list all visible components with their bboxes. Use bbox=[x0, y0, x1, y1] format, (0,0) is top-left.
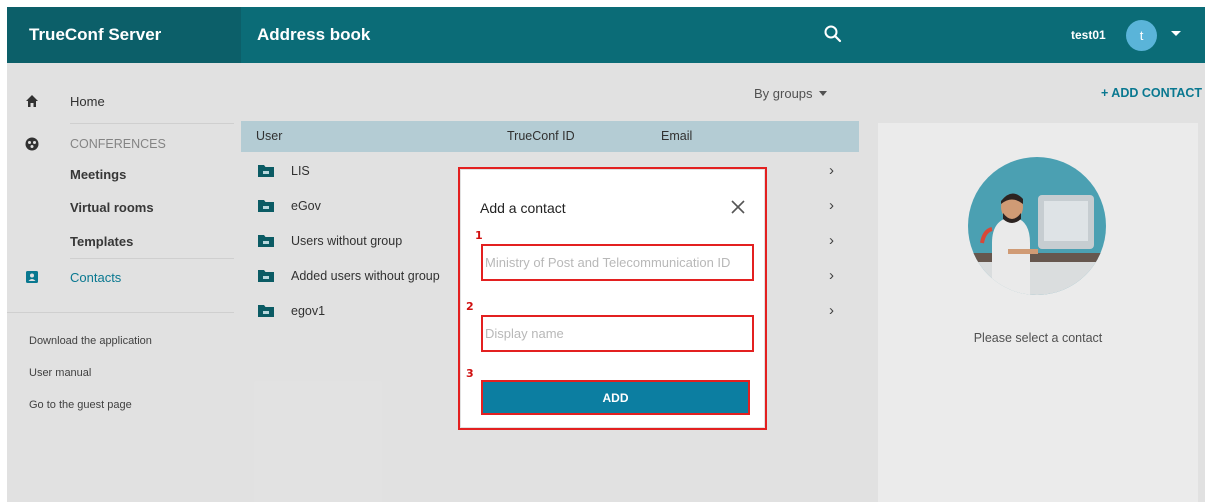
account-menu-caret-icon[interactable] bbox=[1171, 31, 1181, 36]
avatar[interactable]: t bbox=[1126, 20, 1157, 51]
app-window: TrueConf Server Address book test01 t Ho… bbox=[7, 7, 1205, 502]
trueconf-id-input[interactable] bbox=[483, 246, 752, 279]
search-icon[interactable] bbox=[823, 24, 843, 44]
close-icon[interactable] bbox=[731, 200, 745, 214]
dialog-title: Add a contact bbox=[480, 200, 566, 216]
top-bar: TrueConf Server Address book test01 t bbox=[7, 7, 1205, 63]
display-name-input[interactable] bbox=[483, 317, 752, 350]
add-button[interactable]: ADD bbox=[481, 380, 750, 415]
trueconf-id-field[interactable] bbox=[481, 244, 754, 281]
brand-title[interactable]: TrueConf Server bbox=[7, 7, 241, 63]
step-marker: 1 bbox=[475, 229, 483, 242]
step-marker: 2 bbox=[466, 300, 474, 313]
display-name-field[interactable] bbox=[481, 315, 754, 352]
page-title: Address book bbox=[257, 25, 371, 44]
step-marker: 3 bbox=[466, 367, 474, 380]
username[interactable]: test01 bbox=[1071, 7, 1106, 63]
add-contact-dialog: Add a contact 1 2 3 ADD bbox=[461, 170, 764, 427]
